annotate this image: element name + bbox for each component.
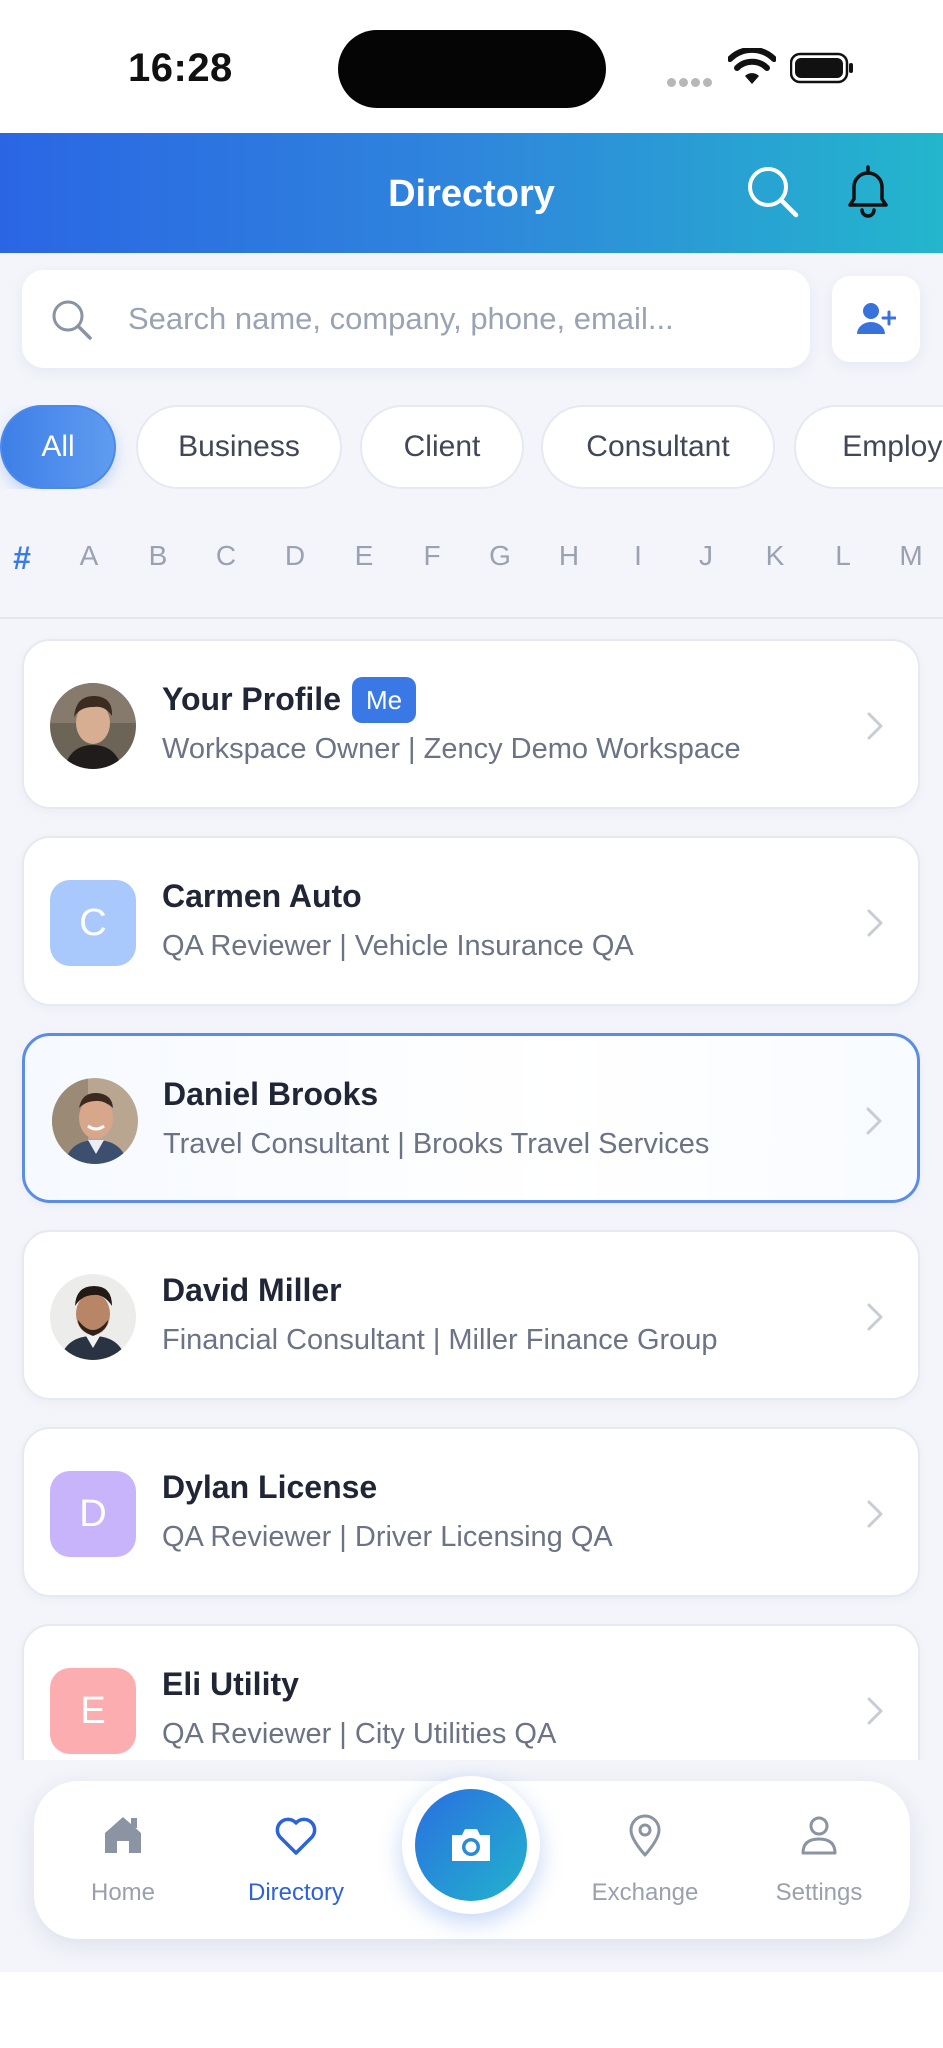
avatar-initial: D: [50, 1471, 136, 1557]
avatar: [50, 683, 136, 769]
alpha-letter-k[interactable]: K: [755, 540, 795, 572]
status-bar: 16:28: [0, 0, 943, 133]
chevron-right-icon: [867, 712, 883, 740]
search-bar: [22, 270, 810, 368]
contact-name: Eli Utility: [162, 1666, 299, 1702]
alpha-letter-hash[interactable]: #: [2, 540, 42, 577]
contact-name: Carmen Auto: [162, 878, 362, 914]
contact-subtitle: QA Reviewer | Driver Licensing QA: [162, 1521, 613, 1553]
nav-directory[interactable]: Directory: [216, 1811, 376, 1921]
alpha-letter-l[interactable]: L: [823, 540, 863, 572]
chevron-right-icon: [867, 1697, 883, 1725]
avatar-initial: C: [50, 880, 136, 966]
nav-settings[interactable]: Settings: [739, 1811, 899, 1921]
filter-chip-client[interactable]: Client: [360, 405, 524, 489]
alpha-letter-a[interactable]: A: [69, 540, 109, 572]
contact-subtitle: QA Reviewer | City Utilities QA: [162, 1718, 557, 1750]
contact-subtitle: Financial Consultant | Miller Finance Gr…: [162, 1324, 718, 1356]
chevron-right-icon: [867, 909, 883, 937]
cellular-signal-icon: [667, 74, 715, 87]
add-user-icon: [857, 303, 896, 334]
alpha-letter-i[interactable]: I: [618, 540, 658, 572]
app-header: Directory: [0, 133, 943, 253]
camera-icon: [452, 1829, 490, 1861]
contact-name: Your Profile: [162, 681, 341, 717]
filter-chip-consultant[interactable]: Consultant: [541, 405, 775, 489]
contact-name: Dylan License: [162, 1469, 378, 1505]
chevron-right-icon: [867, 1303, 883, 1331]
filter-chip-all[interactable]: All: [0, 405, 116, 489]
search-icon[interactable]: [744, 163, 800, 219]
search-icon: [52, 300, 92, 340]
contact-list: Your Profile Me Workspace Owner | Zency …: [0, 620, 943, 1760]
contact-card-carmen-auto[interactable]: C Carmen Auto QA Reviewer | Vehicle Insu…: [22, 836, 920, 1006]
contact-card-dylan-license[interactable]: D Dylan License QA Reviewer | Driver Lic…: [22, 1427, 920, 1597]
notification-bell-icon[interactable]: [842, 163, 894, 219]
contact-card-eli-utility[interactable]: E Eli Utility QA Reviewer | City Utiliti…: [22, 1624, 920, 1760]
status-time: 16:28: [128, 46, 233, 90]
contact-card-daniel-brooks[interactable]: Daniel Brooks Travel Consultant | Brooks…: [22, 1033, 920, 1203]
avatar-initial: E: [50, 1668, 136, 1754]
home-icon: [105, 1817, 141, 1853]
chevron-right-icon: [866, 1107, 882, 1135]
avatar: [52, 1078, 138, 1164]
battery-icon: [790, 52, 853, 84]
nav-label: Settings: [775, 1879, 863, 1906]
filter-chips: All Business Client Consultant Employee: [0, 405, 943, 489]
chevron-right-icon: [867, 1500, 883, 1528]
add-contact-button[interactable]: [832, 276, 920, 362]
nav-label: Directory: [247, 1879, 344, 1906]
camera-scan-button[interactable]: [402, 1776, 540, 1914]
me-badge: Me: [352, 677, 417, 723]
contact-subtitle: Travel Consultant | Brooks Travel Servic…: [163, 1128, 710, 1160]
nav-label: Exchange: [591, 1879, 699, 1906]
divider: [0, 617, 943, 619]
home-indicator-area: [0, 1972, 943, 2048]
nav-label: Home: [90, 1879, 156, 1906]
contact-subtitle: Workspace Owner | Zency Demo Workspace: [162, 733, 741, 765]
contact-name: Daniel Brooks: [163, 1076, 379, 1112]
heart-icon: [275, 1817, 317, 1855]
contact-card-david-miller[interactable]: David Miller Financial Consultant | Mill…: [22, 1230, 920, 1400]
filter-chip-business[interactable]: Business: [136, 405, 342, 489]
avatar: [50, 1274, 136, 1360]
location-pin-icon: [629, 1814, 661, 1857]
page-title: Directory: [388, 173, 555, 215]
user-icon: [801, 1816, 837, 1855]
alpha-letter-e[interactable]: E: [344, 540, 384, 572]
alpha-letter-c[interactable]: C: [206, 540, 246, 572]
alpha-letter-h[interactable]: H: [549, 540, 589, 572]
contact-name: David Miller: [162, 1272, 342, 1308]
alpha-letter-b[interactable]: B: [138, 540, 178, 572]
alpha-letter-d[interactable]: D: [275, 540, 315, 572]
alpha-letter-g[interactable]: G: [480, 540, 520, 572]
alpha-letter-f[interactable]: F: [412, 540, 452, 572]
nav-home[interactable]: Home: [43, 1811, 203, 1921]
contact-card-your-profile[interactable]: Your Profile Me Workspace Owner | Zency …: [22, 639, 920, 809]
nav-exchange[interactable]: Exchange: [565, 1811, 725, 1921]
dynamic-island: [338, 30, 606, 108]
alphabet-index: # A B C D E F G H I J K L M: [0, 540, 943, 590]
wifi-icon: [728, 48, 776, 84]
alpha-letter-m[interactable]: M: [891, 540, 931, 572]
alpha-letter-j[interactable]: J: [686, 540, 726, 572]
contact-subtitle: QA Reviewer | Vehicle Insurance QA: [162, 930, 634, 962]
search-input[interactable]: [128, 292, 788, 346]
filter-chip-employee[interactable]: Employee: [794, 405, 943, 489]
